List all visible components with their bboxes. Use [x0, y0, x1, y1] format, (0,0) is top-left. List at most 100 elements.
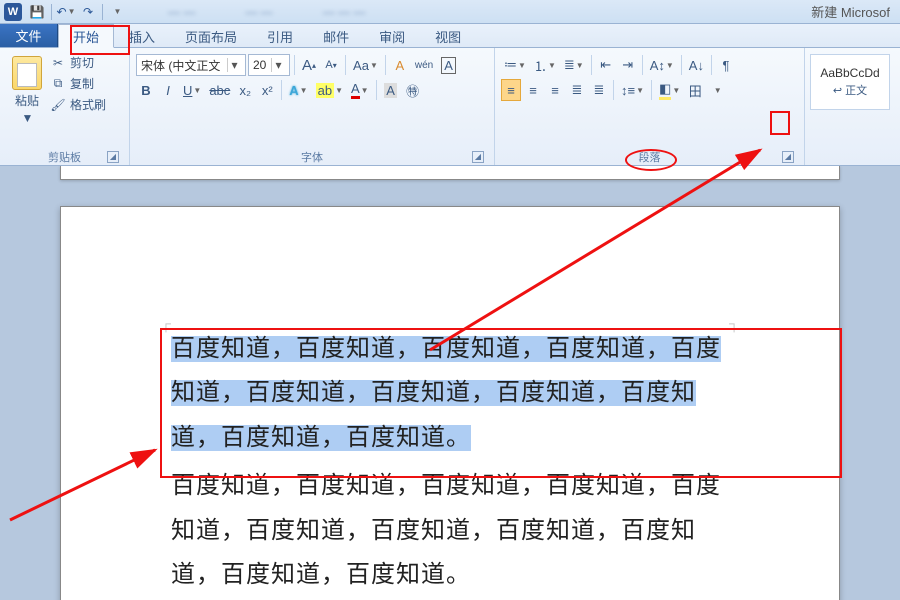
- justify-button[interactable]: ≣: [567, 79, 587, 101]
- document-area[interactable]: ┌ ┐ 百度知道，百度知道，百度知道，百度知道，百度知道，百度知道，百度知道，百…: [0, 166, 900, 600]
- phonetic-icon: wén: [415, 60, 433, 71]
- chevron-down-icon: ▼: [714, 86, 722, 95]
- show-marks-button[interactable]: ¶: [716, 54, 736, 76]
- char-border-button[interactable]: A: [438, 54, 459, 76]
- tab-file[interactable]: 文件: [0, 24, 58, 47]
- clear-formatting-button[interactable]: A: [390, 54, 410, 76]
- chevron-down-icon: ▼: [114, 7, 122, 16]
- align-right-icon: ≡: [551, 83, 559, 98]
- change-case-button[interactable]: Aa▼: [350, 54, 381, 76]
- group-paragraph: ≔▼ ⒈▼ ≣▼ ⇤ ⇥ A↕▼ A↓ ¶ ≡ ≡ ≡ ≣ ≣ ↕≡▼: [495, 48, 805, 165]
- superscript-button[interactable]: x²: [257, 79, 277, 101]
- align-center-icon: ≡: [529, 83, 537, 98]
- pilcrow-icon: ¶: [722, 58, 729, 73]
- document-paragraph-2[interactable]: 百度知道，百度知道，百度知道，百度知道，百度知道，百度知道，百度知道，百度知道，…: [171, 464, 729, 597]
- margin-marker-icon: ┌: [161, 315, 171, 331]
- text-effects-button[interactable]: A▼: [286, 79, 310, 101]
- clipboard-dialog-launcher[interactable]: ◢: [107, 151, 119, 163]
- paste-button[interactable]: 粘贴 ▼: [6, 50, 48, 125]
- window-title: 新建 Microsof: [811, 2, 896, 21]
- copy-button[interactable]: ⧉ 复制: [50, 75, 106, 92]
- borders-dropdown-button[interactable]: ▼: [707, 79, 727, 101]
- strikethrough-button[interactable]: abc: [206, 79, 233, 101]
- multilevel-icon: ≣: [564, 57, 575, 73]
- asian-layout-button[interactable]: A↕▼: [647, 54, 677, 76]
- qat-undo-button[interactable]: ↶▼: [56, 3, 76, 21]
- chevron-down-icon: ▾: [227, 58, 241, 72]
- inc-indent-icon: ⇥: [622, 57, 633, 73]
- paste-label: 粘贴: [15, 92, 39, 109]
- tab-references[interactable]: 引用: [252, 24, 308, 47]
- group-label: 字体: [301, 149, 323, 165]
- borders-icon: 田: [689, 81, 702, 100]
- shading-button[interactable]: ◧▼: [656, 79, 683, 101]
- font-name-combo[interactable]: 宋体 (中文正文▾: [136, 54, 246, 76]
- italic-button[interactable]: I: [158, 79, 178, 101]
- align-left-button[interactable]: ≡: [501, 79, 521, 101]
- chevron-down-icon: ▼: [68, 7, 76, 16]
- group-label: 段落: [639, 149, 661, 165]
- paste-icon: [12, 56, 42, 90]
- shading-icon: ◧: [659, 81, 671, 100]
- paragraph-dialog-launcher[interactable]: ◢: [782, 151, 794, 163]
- enclose-char-button[interactable]: ㊕: [403, 79, 423, 101]
- justify-icon: ≣: [572, 82, 583, 98]
- selected-text[interactable]: 百度知道，百度知道，百度知道，百度知道，百度知道，百度知道，百度知道，百度知道，…: [171, 336, 721, 451]
- asian-layout-icon: A↕: [650, 58, 665, 73]
- tab-page-layout[interactable]: 页面布局: [170, 24, 252, 47]
- title-bar: W 💾 ↶▼ ↷ ▼ — — — — — — — 新建 Microsof: [0, 0, 900, 24]
- grow-font-button[interactable]: A▴: [299, 54, 319, 76]
- group-font: 宋体 (中文正文▾ 20▾ A▴ A▾ Aa▼ A wén A B I U▼ a…: [130, 48, 495, 165]
- font-dialog-launcher[interactable]: ◢: [472, 151, 484, 163]
- document-page[interactable]: ┌ ┐ 百度知道，百度知道，百度知道，百度知道，百度知道，百度知道，百度知道，百…: [60, 206, 840, 600]
- format-painter-button[interactable]: 🖌 格式刷: [50, 96, 106, 113]
- brush-icon: 🖌: [50, 97, 66, 113]
- tab-home[interactable]: 开始: [58, 24, 114, 48]
- tab-view[interactable]: 视图: [420, 24, 476, 47]
- increase-indent-button[interactable]: ⇥: [618, 54, 638, 76]
- sort-icon: A↓: [689, 58, 704, 73]
- underline-button[interactable]: U▼: [180, 79, 204, 101]
- highlight-button[interactable]: ab▼: [313, 79, 346, 101]
- qat-customize-button[interactable]: ▼: [107, 3, 127, 21]
- document-paragraph-1[interactable]: 百度知道，百度知道，百度知道，百度知道，百度知道，百度知道，百度知道，百度知道，…: [171, 327, 729, 460]
- bullets-icon: ≔: [504, 57, 517, 73]
- copy-icon: ⧉: [50, 76, 66, 92]
- phonetic-guide-button[interactable]: wén: [412, 54, 436, 76]
- group-styles: AaBbCcDd ↩ 正文: [805, 48, 895, 165]
- subscript-button[interactable]: x₂: [235, 79, 255, 101]
- titlebar-blurred-tabs: — — — — — — —: [168, 5, 365, 19]
- cut-button[interactable]: ✂ 剪切: [50, 54, 106, 71]
- chevron-down-icon: ▼: [22, 111, 34, 125]
- line-spacing-button[interactable]: ↕≡▼: [618, 79, 647, 101]
- qat-save-button[interactable]: 💾: [27, 3, 47, 21]
- align-right-button[interactable]: ≡: [545, 79, 565, 101]
- dec-indent-icon: ⇤: [600, 57, 611, 73]
- decrease-indent-button[interactable]: ⇤: [596, 54, 616, 76]
- group-label: 剪贴板: [48, 149, 81, 165]
- font-color-button[interactable]: A▼: [348, 79, 372, 101]
- borders-button[interactable]: 田: [685, 79, 705, 101]
- shrink-font-button[interactable]: A▾: [321, 54, 341, 76]
- line-spacing-icon: ↕≡: [621, 83, 635, 98]
- numbering-button[interactable]: ⒈▼: [531, 54, 559, 76]
- bullets-button[interactable]: ≔▼: [501, 54, 529, 76]
- tab-mail[interactable]: 邮件: [308, 24, 364, 47]
- tab-review[interactable]: 审阅: [364, 24, 420, 47]
- numbering-icon: ⒈: [534, 56, 547, 75]
- sort-button[interactable]: A↓: [686, 54, 707, 76]
- align-center-button[interactable]: ≡: [523, 79, 543, 101]
- style-normal[interactable]: AaBbCcDd ↩ 正文: [810, 54, 890, 110]
- char-shading-button[interactable]: A: [381, 79, 401, 101]
- distributed-button[interactable]: ≣: [589, 79, 609, 101]
- tab-insert[interactable]: 插入: [114, 24, 170, 47]
- qat-separator: [102, 4, 103, 20]
- qat-redo-button[interactable]: ↷: [78, 3, 98, 21]
- font-size-combo[interactable]: 20▾: [248, 54, 290, 76]
- multilevel-button[interactable]: ≣▼: [561, 54, 587, 76]
- chevron-down-icon: ▾: [271, 58, 285, 72]
- ribbon-tab-row: 文件 开始 插入 页面布局 引用 邮件 审阅 视图: [0, 24, 900, 48]
- qat-separator: [51, 4, 52, 20]
- bold-button[interactable]: B: [136, 79, 156, 101]
- redo-icon: ↷: [83, 5, 93, 19]
